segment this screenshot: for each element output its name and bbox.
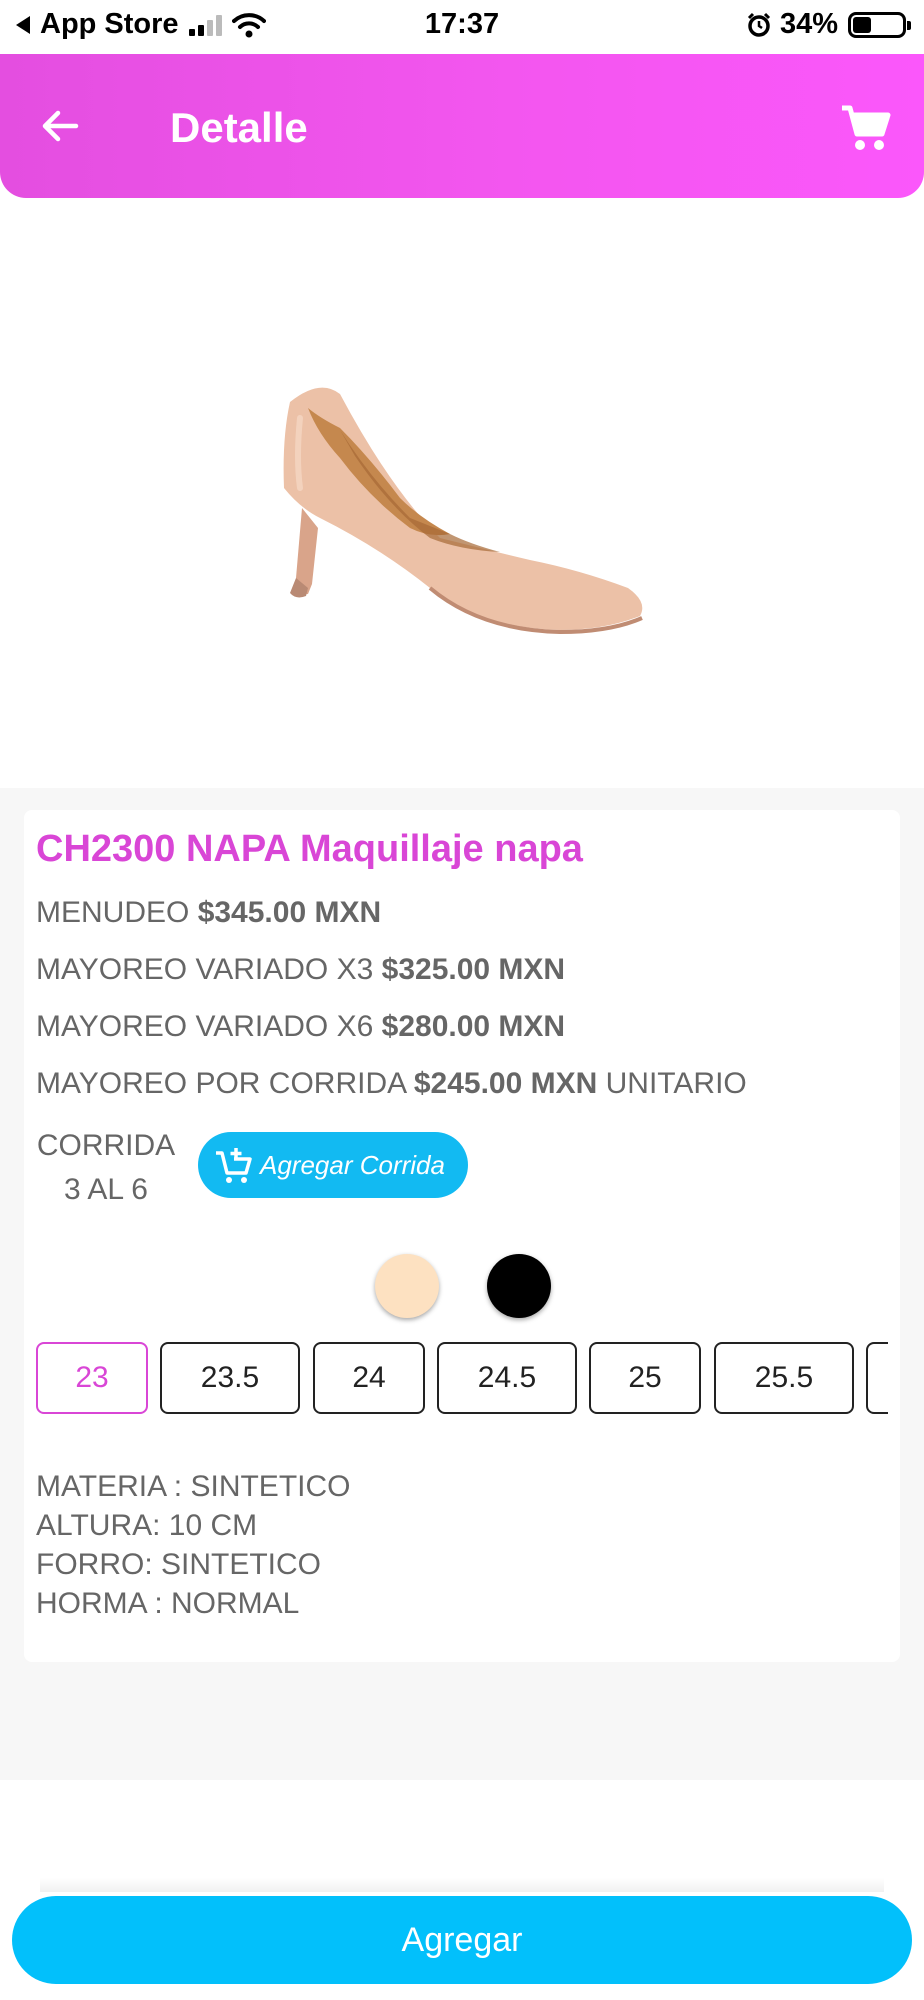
price-mayoreo-corrida: MAYOREO POR CORRIDA $245.00 MXN UNITARIO (36, 1067, 747, 1100)
product-image-area (0, 198, 924, 788)
size-selector: 23 23.5 24 24.5 25 25.5 (36, 1342, 888, 1418)
battery-icon (848, 11, 911, 38)
cart-plus-icon (216, 1148, 252, 1183)
arrow-left-icon[interactable] (34, 100, 86, 152)
product-title: CH2300 NAPA Maquillaje napa (36, 828, 583, 870)
spec-forro: FORRO: SINTETICO (36, 1548, 321, 1581)
add-to-cart-button[interactable]: Agregar (12, 1896, 912, 1984)
size-option-23-5[interactable]: 23.5 (160, 1342, 300, 1414)
size-option-24[interactable]: 24 (313, 1342, 425, 1414)
size-option-23[interactable]: 23 (36, 1342, 148, 1414)
status-bar: App Store 17:37 34% (0, 0, 924, 52)
bottom-divider (40, 1878, 884, 1892)
alarm-clock-icon (747, 12, 771, 37)
battery-percent: 34% (779, 8, 838, 40)
size-option-24-5[interactable]: 24.5 (437, 1342, 577, 1414)
price-mayoreo-x6: MAYOREO VARIADO X6 $280.00 MXN (36, 1010, 566, 1043)
price-menudeo: MENUDEO $345.00 MXN (36, 896, 382, 929)
page-title: Detalle (170, 104, 308, 151)
spec-horma: HORMA : NORMAL (36, 1587, 300, 1620)
add-button-label: Agregar (401, 1920, 523, 1959)
shopping-cart-icon[interactable] (838, 100, 894, 156)
spec-altura: ALTURA: 10 CM (36, 1509, 258, 1542)
size-option-25-5[interactable]: 25.5 (714, 1342, 854, 1414)
corrida-range: 3 AL 6 (64, 1173, 148, 1206)
product-image[interactable] (260, 338, 660, 658)
size-option-next[interactable] (866, 1342, 888, 1414)
corrida-label: CORRIDA 3 AL 6 (36, 1124, 176, 1212)
price-mayoreo-x3: MAYOREO VARIADO X3 $325.00 MXN (36, 953, 566, 986)
add-corrida-button[interactable]: Agregar Corrida (198, 1132, 468, 1198)
size-option-25[interactable]: 25 (589, 1342, 701, 1414)
color-swatch-black[interactable] (487, 1254, 551, 1318)
spec-materia: MATERIA : SINTETICO (36, 1470, 351, 1503)
app-header: Detalle (0, 54, 924, 198)
color-swatch-beige[interactable] (375, 1254, 439, 1318)
status-right: 34% (746, 8, 911, 41)
add-corrida-label: Agregar Corrida (260, 1149, 445, 1180)
